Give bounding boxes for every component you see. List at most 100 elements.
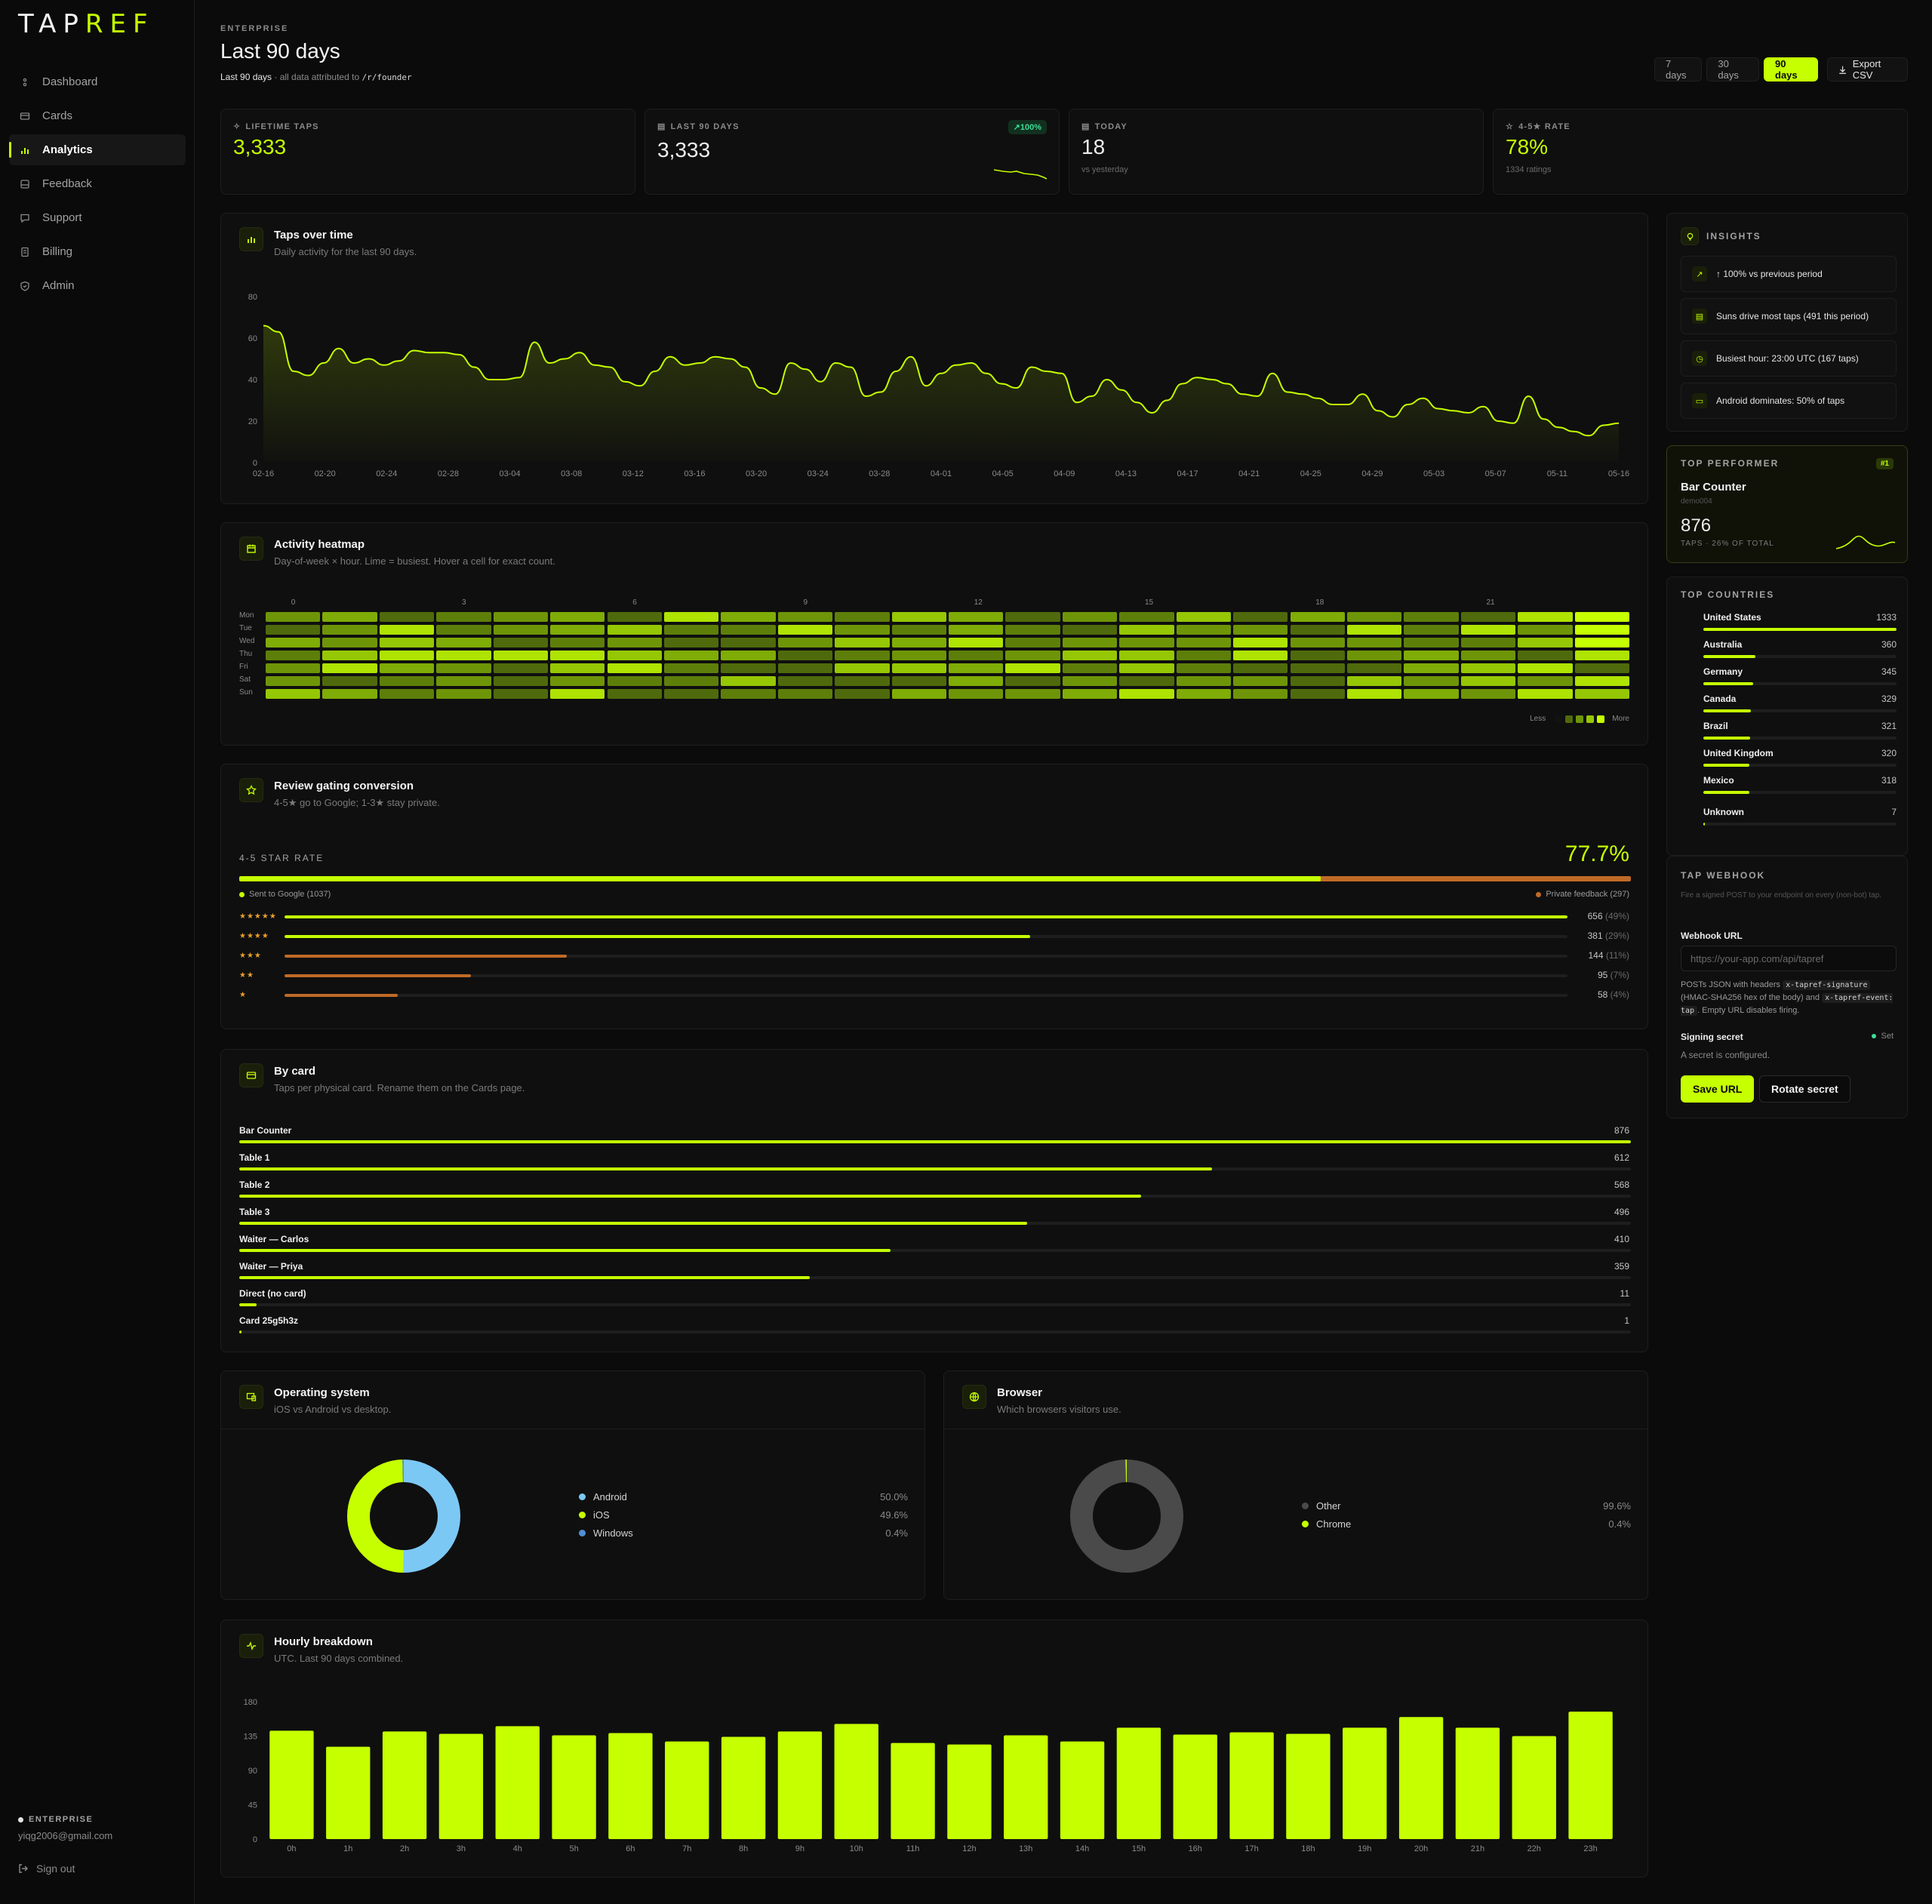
heatmap-cell[interactable] (1460, 689, 1516, 699)
hour-bar[interactable] (1398, 1717, 1444, 1839)
heatmap-cell[interactable] (1233, 651, 1288, 660)
hour-bar[interactable] (947, 1744, 992, 1839)
heatmap-cell[interactable] (436, 663, 491, 673)
heatmap-cell[interactable] (1574, 689, 1629, 699)
heatmap-cell[interactable] (1346, 689, 1402, 699)
heatmap-cell[interactable] (322, 638, 377, 647)
heatmap-cell[interactable] (1062, 625, 1118, 635)
heatmap-cell[interactable] (550, 638, 605, 647)
heatmap-cell[interactable] (1290, 638, 1345, 647)
heatmap-cell[interactable] (777, 651, 833, 660)
heatmap-cell[interactable] (379, 638, 435, 647)
heatmap-cell[interactable] (891, 676, 946, 686)
heatmap-cell[interactable] (721, 663, 776, 673)
heatmap-cell[interactable] (607, 663, 662, 673)
heatmap-cell[interactable] (949, 651, 1004, 660)
heatmap-cell[interactable] (1404, 625, 1459, 635)
heatmap-cell[interactable] (266, 638, 321, 647)
heatmap-cell[interactable] (663, 651, 719, 660)
rotate-secret-button[interactable]: Rotate secret (1759, 1075, 1850, 1103)
hour-bar[interactable] (1512, 1736, 1556, 1840)
heatmap-cell[interactable] (322, 663, 377, 673)
hour-bar[interactable] (834, 1724, 878, 1839)
heatmap-cell[interactable] (436, 612, 491, 622)
heatmap-cell[interactable] (721, 676, 776, 686)
heatmap-cell[interactable] (891, 612, 946, 622)
heatmap-cell[interactable] (1176, 625, 1232, 635)
heatmap-cell[interactable] (1290, 612, 1345, 622)
heatmap-cell[interactable] (1062, 663, 1118, 673)
heatmap-cell[interactable] (663, 689, 719, 699)
heatmap-cell[interactable] (1233, 676, 1288, 686)
hour-bar[interactable] (1116, 1727, 1161, 1839)
hour-bar[interactable] (1060, 1741, 1105, 1839)
heatmap-cell[interactable] (1346, 625, 1402, 635)
heatmap-cell[interactable] (891, 689, 946, 699)
heatmap-cell[interactable] (1518, 638, 1573, 647)
heatmap-cell[interactable] (550, 651, 605, 660)
heatmap-cell[interactable] (493, 676, 549, 686)
heatmap-cell[interactable] (1290, 663, 1345, 673)
heatmap-cell[interactable] (1404, 612, 1459, 622)
heatmap-cell[interactable] (1005, 612, 1060, 622)
heatmap-cell[interactable] (436, 651, 491, 660)
range-30-days-button[interactable]: 30 days (1706, 57, 1760, 82)
heatmap-cell[interactable] (777, 625, 833, 635)
heatmap-cell[interactable] (266, 676, 321, 686)
hour-bar[interactable] (1173, 1734, 1217, 1839)
hour-bar[interactable] (1343, 1727, 1387, 1839)
heatmap-cell[interactable] (550, 612, 605, 622)
heatmap-cell[interactable] (436, 676, 491, 686)
heatmap-cell[interactable] (379, 651, 435, 660)
hour-bar[interactable] (665, 1741, 709, 1839)
heatmap-cell[interactable] (493, 612, 549, 622)
donut-slice-other[interactable] (1070, 1460, 1183, 1573)
heatmap-cell[interactable] (1062, 612, 1118, 622)
heatmap-cell[interactable] (322, 689, 377, 699)
heatmap-cell[interactable] (1176, 651, 1232, 660)
hour-bar[interactable] (1004, 1735, 1048, 1839)
heatmap-cell[interactable] (1404, 676, 1459, 686)
heatmap-cell[interactable] (1460, 625, 1516, 635)
heatmap-cell[interactable] (1005, 689, 1060, 699)
heatmap-cell[interactable] (949, 689, 1004, 699)
heatmap-cell[interactable] (1574, 625, 1629, 635)
heatmap-cell[interactable] (663, 612, 719, 622)
heatmap-cell[interactable] (436, 638, 491, 647)
sidebar-item-admin[interactable]: Admin (9, 270, 186, 301)
heatmap-cell[interactable] (777, 689, 833, 699)
hour-bar[interactable] (495, 1726, 540, 1839)
sidebar-item-support[interactable]: Support (9, 202, 186, 233)
heatmap-cell[interactable] (1062, 676, 1118, 686)
heatmap-cell[interactable] (949, 625, 1004, 635)
hour-bar[interactable] (326, 1746, 371, 1839)
heatmap-cell[interactable] (891, 638, 946, 647)
heatmap-cell[interactable] (1346, 638, 1402, 647)
heatmap-cell[interactable] (379, 625, 435, 635)
heatmap-cell[interactable] (663, 663, 719, 673)
heatmap-cell[interactable] (663, 676, 719, 686)
heatmap-cell[interactable] (493, 663, 549, 673)
heatmap-cell[interactable] (1574, 676, 1629, 686)
heatmap-cell[interactable] (663, 638, 719, 647)
heatmap-cell[interactable] (949, 638, 1004, 647)
sidebar-item-dashboard[interactable]: Dashboard (9, 66, 186, 97)
heatmap-cell[interactable] (777, 663, 833, 673)
heatmap-cell[interactable] (493, 651, 549, 660)
heatmap-cell[interactable] (835, 651, 890, 660)
heatmap-cell[interactable] (1233, 689, 1288, 699)
sidebar-item-feedback[interactable]: Feedback (9, 168, 186, 199)
hour-bar[interactable] (382, 1731, 427, 1839)
heatmap-cell[interactable] (1005, 625, 1060, 635)
heatmap-cell[interactable] (1518, 651, 1573, 660)
hour-bar[interactable] (608, 1733, 653, 1839)
heatmap-cell[interactable] (891, 625, 946, 635)
heatmap-cell[interactable] (949, 663, 1004, 673)
heatmap-cell[interactable] (1119, 638, 1174, 647)
heatmap-cell[interactable] (493, 625, 549, 635)
heatmap-cell[interactable] (266, 625, 321, 635)
heatmap-cell[interactable] (1518, 612, 1573, 622)
sidebar-item-cards[interactable]: Cards (9, 100, 186, 131)
heatmap-cell[interactable] (721, 651, 776, 660)
heatmap-cell[interactable] (1346, 612, 1402, 622)
